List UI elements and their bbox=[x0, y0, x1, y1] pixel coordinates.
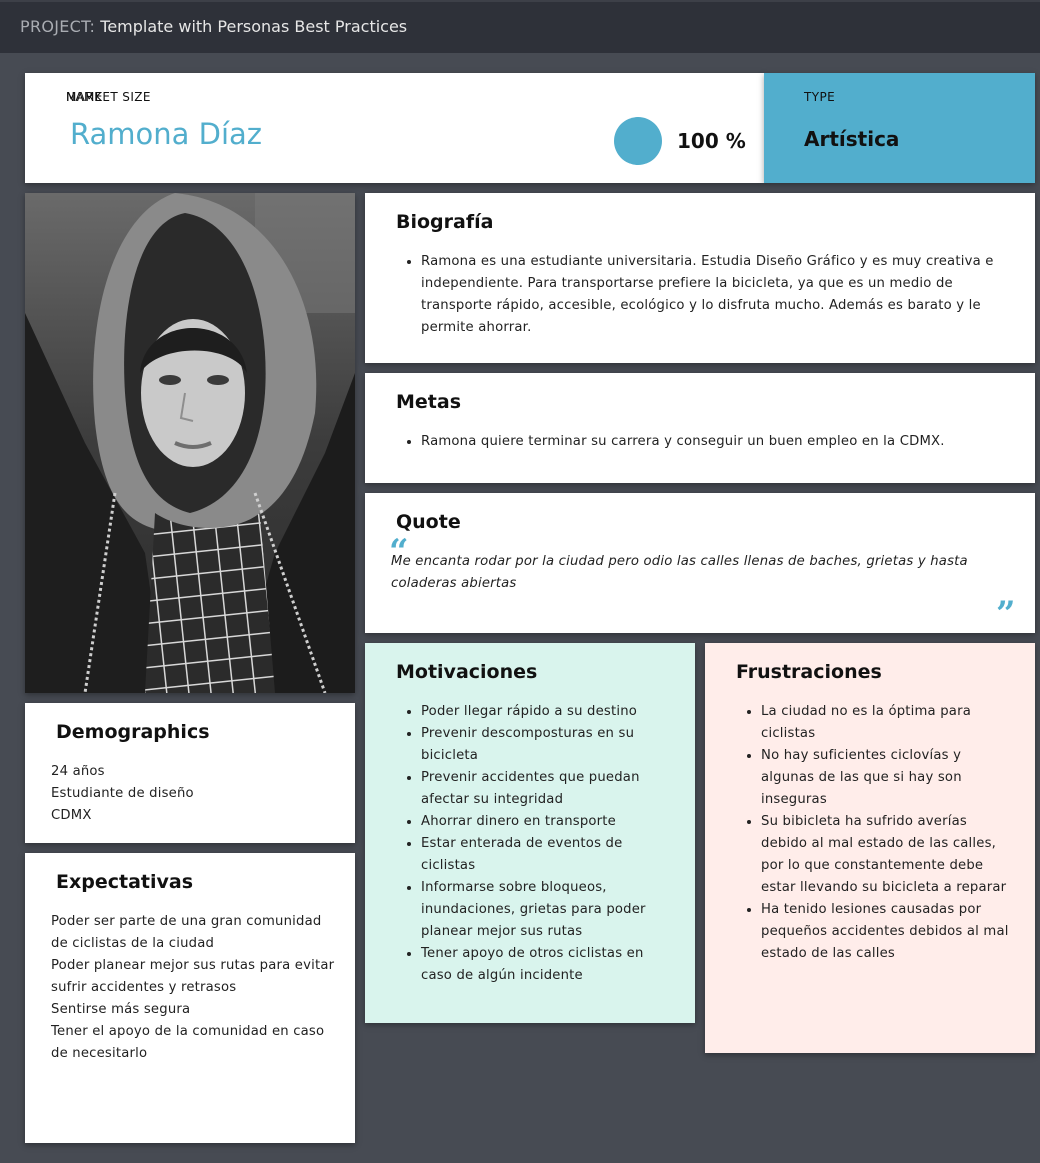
list-item: Sentirse más segura bbox=[51, 1002, 191, 1017]
quote-text: Me encanta rodar por la ciudad pero odio… bbox=[391, 554, 968, 591]
list-item: Poder llegar rápido a su destino bbox=[421, 701, 651, 723]
list-item: Tener el apoyo de la comunidad en caso d… bbox=[51, 1024, 325, 1061]
demographics-title: Demographics bbox=[56, 721, 210, 743]
persona-name[interactable]: Ramona Díaz bbox=[70, 117, 262, 151]
project-name[interactable]: Template with Personas Best Practices bbox=[100, 17, 407, 36]
frustraciones-title: Frustraciones bbox=[736, 661, 882, 683]
list-item: Tener apoyo de otros ciclistas en caso d… bbox=[421, 943, 651, 987]
list-item: Estar enterada de eventos de ciclistas bbox=[421, 833, 651, 877]
list-item: Ahorrar dinero en transporte bbox=[421, 811, 651, 833]
persona-header: NAME Ramona Díaz MARKET SIZE 100 % bbox=[25, 73, 764, 183]
market-size-indicator[interactable] bbox=[614, 117, 662, 165]
metas-card: Metas Ramona quiere terminar su carrera … bbox=[365, 373, 1035, 483]
project-label: PROJECT: bbox=[20, 17, 96, 36]
biografia-title: Biografía bbox=[396, 211, 494, 233]
biografia-card: Biografía Ramona es una estudiante unive… bbox=[365, 193, 1035, 363]
metas-title: Metas bbox=[396, 391, 462, 413]
quote-card: Quote “ Me encanta rodar por la ciudad p… bbox=[365, 493, 1035, 633]
close-quote-icon: ” bbox=[996, 594, 1016, 634]
motivaciones-card: Motivaciones Poder llegar rápido a su de… bbox=[365, 643, 695, 1023]
persona-photo[interactable] bbox=[25, 193, 355, 693]
market-size-value[interactable]: 100 % bbox=[677, 129, 746, 153]
type-label: TYPE bbox=[804, 90, 836, 104]
list-item: La ciudad no es la óptima para ciclistas bbox=[761, 701, 1013, 745]
motivaciones-title: Motivaciones bbox=[396, 661, 538, 683]
list-item: CDMX bbox=[51, 808, 92, 823]
demographics-list: 24 años Estudiante de diseño CDMX bbox=[51, 761, 341, 827]
expectativas-title: Expectativas bbox=[56, 871, 193, 893]
demographics-card: Demographics 24 años Estudiante de diseñ… bbox=[25, 703, 355, 843]
persona-type[interactable]: TYPE Artística bbox=[764, 73, 1035, 183]
list-item: No hay suficientes ciclovías y algunas d… bbox=[761, 745, 1013, 811]
expectativas-card: Expectativas Poder ser parte de una gran… bbox=[25, 853, 355, 1143]
biografia-list: Ramona es una estudiante universitaria. … bbox=[421, 251, 1011, 339]
list-item: Prevenir descomposturas en su bicicleta bbox=[421, 723, 651, 767]
motivaciones-list: Poder llegar rápido a su destino Preveni… bbox=[421, 701, 651, 987]
list-item: Poder ser parte de una gran comunidad de… bbox=[51, 914, 322, 951]
portrait-image bbox=[25, 193, 355, 693]
list-item: Ramona quiere terminar su carrera y cons… bbox=[421, 431, 1011, 453]
list-item: Ramona es una estudiante universitaria. … bbox=[421, 251, 1011, 339]
list-item: Prevenir accidentes que puedan afectar s… bbox=[421, 767, 651, 811]
expectativas-list: Poder ser parte de una gran comunidad de… bbox=[51, 911, 335, 1065]
metas-list: Ramona quiere terminar su carrera y cons… bbox=[421, 431, 1011, 453]
project-title-bar: PROJECT: Template with Personas Best Pra… bbox=[0, 0, 1040, 53]
quote-title: Quote bbox=[396, 511, 461, 533]
list-item: Informarse sobre bloqueos, inundaciones,… bbox=[421, 877, 651, 943]
frustraciones-card: Frustraciones La ciudad no es la óptima … bbox=[705, 643, 1035, 1053]
list-item: Estudiante de diseño bbox=[51, 786, 194, 801]
list-item: 24 años bbox=[51, 764, 105, 779]
frustraciones-list: La ciudad no es la óptima para ciclistas… bbox=[761, 701, 1013, 965]
type-value[interactable]: Artística bbox=[804, 127, 899, 151]
market-size-label: MARKET SIZE bbox=[66, 90, 151, 104]
list-item: Ha tenido lesiones causadas por pequeños… bbox=[761, 899, 1013, 965]
list-item: Poder planear mejor sus rutas para evita… bbox=[51, 958, 335, 995]
list-item: Su bibicleta ha sufrido averías debido a… bbox=[761, 811, 1013, 899]
